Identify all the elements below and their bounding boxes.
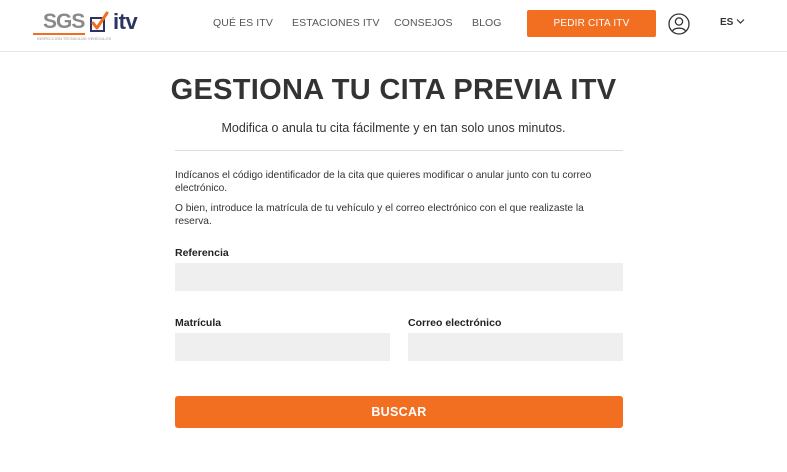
language-selector[interactable]: ES [720,16,733,30]
correo-label: Correo electrónico [408,317,502,329]
chevron-down-icon[interactable] [736,18,745,25]
nav-que-es-itv[interactable]: QUÉ ES ITV [213,16,273,30]
logo-underline [33,33,85,35]
instructions-paragraph-1: Indícanos el código identificador de la … [175,170,592,194]
matricula-label: Matrícula [175,317,222,329]
page-title: GESTIONA TU CITA PREVIA ITV [170,74,617,106]
page-subtitle: Modifica o anula tu cita fácilmente y en… [221,121,566,135]
pedir-cita-button[interactable]: PEDIR CITA ITV [527,10,656,37]
instructions-paragraph-2: O bien, introduce la matrícula de tu veh… [175,203,584,227]
nav-blog[interactable]: BLOG [472,16,502,30]
logo-check-icon [90,11,109,32]
user-icon[interactable] [668,13,690,35]
nav-estaciones-itv[interactable]: ESTACIONES ITV [292,16,380,30]
referencia-input[interactable] [175,263,623,291]
nav-consejos[interactable]: CONSEJOS [394,16,453,30]
logo-subtitle: INSPECCIÓN TÉCNICA DE VEHÍCULOS [37,36,112,41]
correo-input[interactable] [408,333,623,361]
site-header: SGS INSPECCIÓN TÉCNICA DE VEHÍCULOS itv … [0,0,787,52]
matricula-input[interactable] [175,333,390,361]
sgs-itv-logo[interactable]: SGS INSPECCIÓN TÉCNICA DE VEHÍCULOS itv [33,10,145,42]
referencia-label: Referencia [175,247,229,259]
buscar-button[interactable]: BUSCAR [175,396,623,428]
logo-sgs-text: SGS [43,10,85,33]
logo-itv-text: itv [113,9,138,34]
divider [175,150,623,151]
